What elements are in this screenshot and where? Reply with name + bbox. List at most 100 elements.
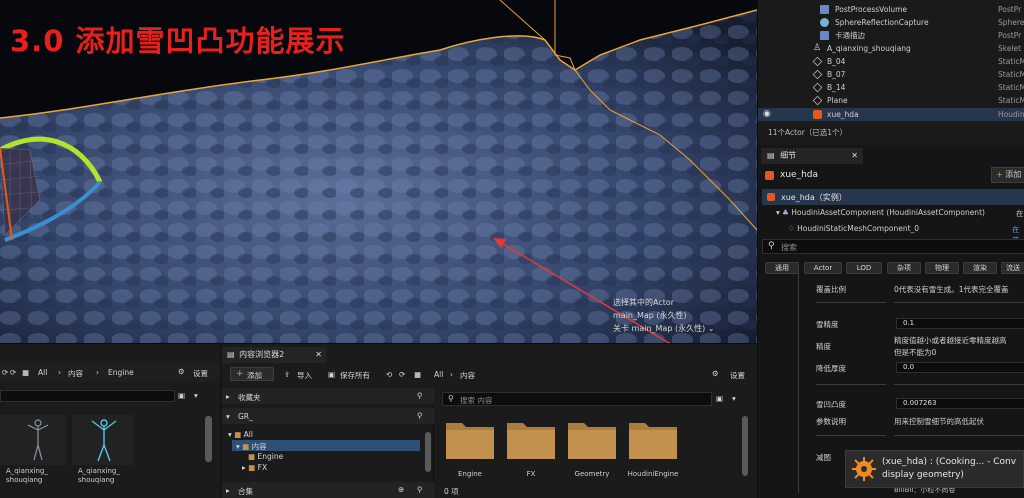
mesh-component-icon: ♢ <box>788 224 795 233</box>
tree-item-fx[interactable]: ▸ ■ FX <box>242 463 267 472</box>
settings-button[interactable]: 设置 <box>730 370 745 381</box>
asset-thumbnail <box>0 415 66 465</box>
item-count: 0 项 <box>444 487 459 496</box>
tree-item-content[interactable]: ▾ ■ 内容 <box>236 441 267 452</box>
folder-icon: ■ <box>248 452 256 461</box>
skeletal-mesh-icon: ♙ <box>813 43 822 53</box>
category-rendering-button[interactable]: 渲染 <box>963 262 997 274</box>
outliner-row[interactable]: SphereReflectionCapture SphereR <box>758 16 1024 29</box>
tab-content-browser-2[interactable]: ▤ 内容浏览器2 ✕ <box>222 347 326 363</box>
divider <box>894 435 1024 436</box>
details-search-input[interactable]: ⚲ 搜索 <box>762 239 1024 254</box>
component-row[interactable]: ♢ HoudiniStaticMeshComponent_0 <box>788 224 919 233</box>
toast-text: display geometry) <box>882 470 964 480</box>
scrollbar-thumb[interactable] <box>742 416 748 476</box>
import-button[interactable]: 导入 <box>297 370 312 381</box>
close-icon[interactable]: ✕ <box>315 347 322 363</box>
outliner-row[interactable]: ♙ A_qianxing_shouqiang Skelet <box>758 42 1024 55</box>
breadcrumb-item[interactable]: All <box>434 370 443 379</box>
folder-tile-geometry[interactable] <box>568 419 616 459</box>
folder-tile-houdiniengine[interactable] <box>629 419 677 459</box>
search-icon[interactable]: ⚲ <box>417 391 423 400</box>
outliner-row[interactable]: Plane StaticM <box>758 94 1024 107</box>
breadcrumb-item[interactable]: 内容 <box>68 368 83 379</box>
save-search-icon[interactable]: ▣ <box>178 391 185 400</box>
outliner-row-selected[interactable]: ◉ xue_hda Houdin <box>758 108 1024 121</box>
save-search-icon[interactable]: ▣ <box>716 394 723 403</box>
search-icon[interactable]: ⚲ <box>417 411 423 420</box>
viewport-info-line[interactable]: 关卡 main_Map (永久性) ⌄ <box>613 322 743 335</box>
viewport-level-info: 选择其中的Actor main_Map (永久性) 关卡 main_Map (永… <box>613 296 743 335</box>
cooking-notification[interactable]: (xue_hda) : (Cooking... - Conv display g… <box>845 450 1024 488</box>
tree-item-engine[interactable]: ■ Engine <box>248 452 283 461</box>
content-browser-1: ⟳ ⟳ ■ All › 内容 › Engine ⚙ 设置 ▣ ▾ A_qianx… <box>0 343 220 498</box>
collections-header[interactable]: ▸ 合集 ⊕ ⚲ <box>222 482 434 498</box>
postprocess-icon <box>820 5 829 14</box>
forward-icon[interactable]: ⟳ <box>399 370 405 379</box>
collapse-arrow-icon[interactable]: ▾ <box>776 208 780 217</box>
asset-tile[interactable]: A_qianxing_ shouqiang <box>0 415 66 498</box>
divider <box>816 302 886 303</box>
category-actor-button[interactable]: Actor <box>804 262 842 274</box>
scrollbar-thumb[interactable] <box>205 416 212 462</box>
folder-icon: ■ <box>248 463 256 472</box>
tree-item-all[interactable]: ▾ ■ All <box>228 430 253 439</box>
close-icon[interactable]: ✕ <box>851 148 858 164</box>
outliner-row[interactable]: B_07 StaticM <box>758 68 1024 81</box>
breadcrumb-item[interactable]: 内容 <box>460 370 475 381</box>
level-viewport[interactable]: 3.0 添加雪凹凸功能展示 选择其中的Actor main_Map (永久性) … <box>0 0 757 343</box>
filter-icon[interactable]: ▾ <box>732 394 736 403</box>
chevron-right-icon: › <box>58 368 61 377</box>
gear-icon[interactable]: ⚙ <box>178 367 185 376</box>
outliner-row[interactable]: B_14 StaticM <box>758 81 1024 94</box>
chevron-right-icon: ▸ <box>226 486 230 495</box>
gear-icon[interactable]: ⚙ <box>712 369 719 378</box>
eye-icon[interactable]: ◉ <box>763 110 772 119</box>
category-streaming-button[interactable]: 流送 <box>1001 262 1024 274</box>
snow-precision-field[interactable]: 0.1 <box>896 318 1024 329</box>
filter-icon[interactable]: ▾ <box>194 391 198 400</box>
component-instance-row[interactable]: xue_hda（实例） <box>762 189 1024 205</box>
folder-icon <box>446 423 494 459</box>
actor-name-field[interactable]: xue_hda <box>780 170 818 180</box>
character-icon <box>27 419 49 461</box>
lower-thickness-field[interactable]: 0.0 <box>896 362 1024 373</box>
chevron-down-icon: ▾ <box>226 412 230 421</box>
outliner-row[interactable]: 卡通描边 PostPr <box>758 29 1024 42</box>
back-icon[interactable]: ⟲ <box>386 370 392 379</box>
save-all-button[interactable]: 保存所有 <box>340 370 370 381</box>
houdini-icon <box>765 171 774 180</box>
component-row[interactable]: ▾ ♣ HoudiniAssetComponent (HoudiniAssetC… <box>776 208 985 217</box>
back-icon[interactable]: ⟳ <box>2 368 8 377</box>
add-button[interactable]: + 添加 <box>230 367 274 381</box>
asset-search-input[interactable] <box>0 390 175 402</box>
category-general-button[interactable]: 通用 <box>765 262 799 274</box>
project-header[interactable]: ▾ GR_ ⚲ <box>222 408 434 424</box>
add-component-button[interactable]: + 添加 <box>991 167 1024 183</box>
edit-in-blueprint-link[interactable]: 在 <box>1016 208 1024 219</box>
forward-icon[interactable]: ⟳ <box>10 368 16 377</box>
chevron-down-icon: ▾ <box>228 430 232 439</box>
add-collection-icon[interactable]: ⊕ <box>398 485 404 494</box>
category-misc-button[interactable]: 杂项 <box>887 262 921 274</box>
breadcrumb-item[interactable]: All <box>38 368 47 377</box>
chevron-down-icon[interactable]: ⌄ <box>708 324 715 333</box>
category-physics-button[interactable]: 物理 <box>925 262 959 274</box>
outliner-row[interactable]: B_04 StaticM <box>758 55 1024 68</box>
category-lod-button[interactable]: LOD <box>846 262 882 274</box>
favorites-header[interactable]: ▸ 收藏夹 ⚲ <box>222 388 434 404</box>
breadcrumb-item[interactable]: Engine <box>108 368 134 377</box>
viewport-info-line: 选择其中的Actor <box>613 298 675 307</box>
scrollbar-thumb[interactable] <box>425 432 431 472</box>
folder-tile-fx[interactable] <box>507 419 555 459</box>
outliner-row[interactable]: PostProcessVolume PostPr <box>758 3 1024 16</box>
snow-bump-field[interactable]: 0.007263 <box>896 398 1024 409</box>
content-search-input[interactable]: ⚲ 搜索 内容 <box>442 392 712 406</box>
asset-tile[interactable]: A_qianxing_ shouqiang <box>72 415 134 498</box>
search-icon[interactable]: ⚲ <box>417 485 423 494</box>
tab-details[interactable]: ▤ 细节 ✕ <box>761 148 863 164</box>
settings-button[interactable]: 设置 <box>193 368 208 379</box>
folder-icon: ■ <box>242 442 250 451</box>
chevron-right-icon: ▸ <box>226 392 230 401</box>
folder-tile-engine[interactable] <box>446 419 494 459</box>
